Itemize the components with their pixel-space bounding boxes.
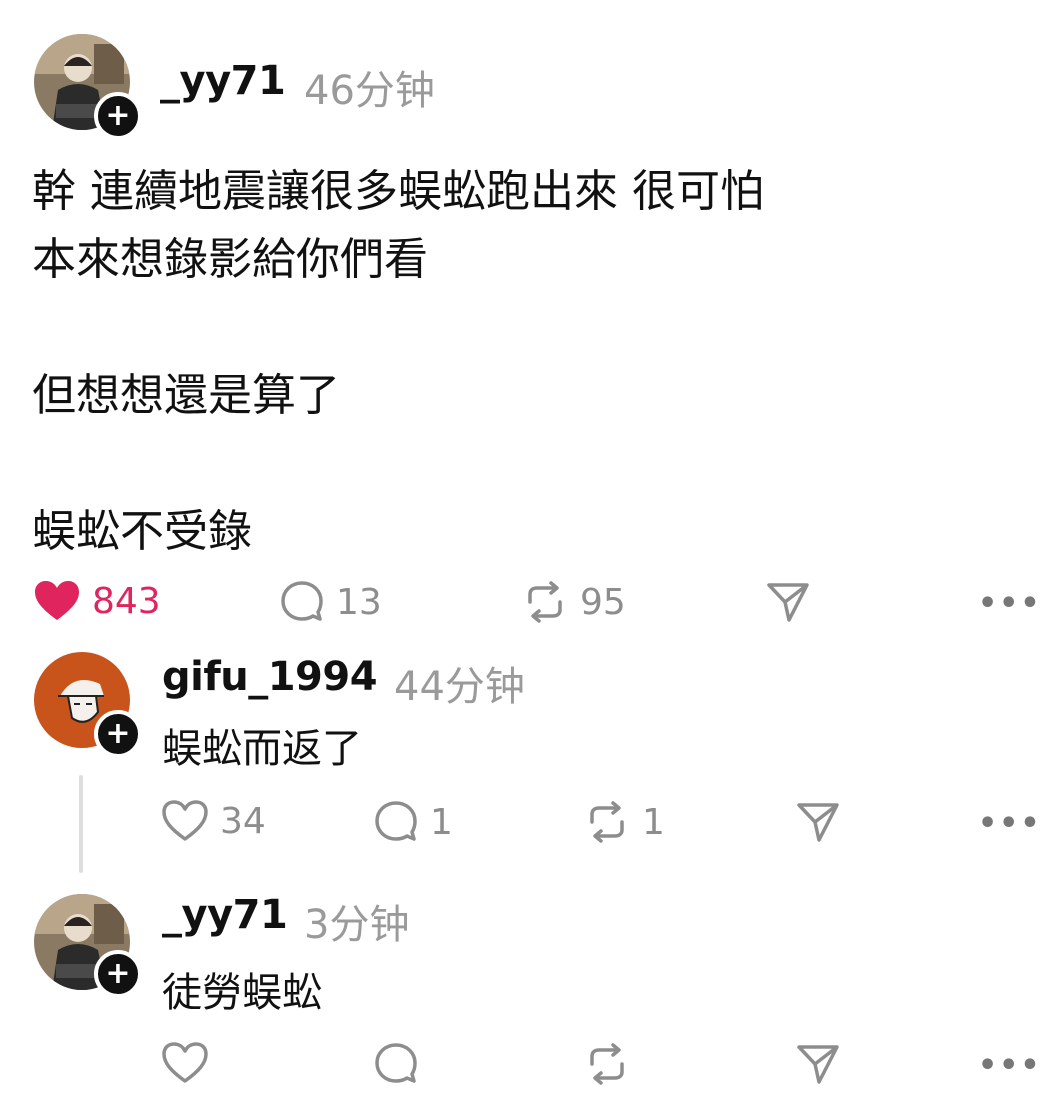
plus-icon: + [105,98,131,133]
comment-button[interactable]: 13 [280,580,382,624]
comment-bubble-icon [375,801,417,841]
comment-bubble-icon [375,1043,417,1083]
heart-icon [35,581,79,620]
reply-timestamp: 44分钟 [394,664,525,710]
post-username[interactable]: _yy71 [160,58,286,104]
post-timestamp: 46分钟 [304,68,435,114]
comment-button[interactable] [374,1042,418,1086]
share-button[interactable] [796,1042,840,1086]
post-line: 蜈蚣不受錄 [32,506,252,557]
like-count: 34 [220,800,266,842]
comment-count: 13 [336,581,382,623]
paper-plane-icon [797,803,839,842]
share-button[interactable] [766,580,810,624]
reply-username[interactable]: gifu_1994 [162,654,378,700]
follow-button[interactable]: + [94,950,142,998]
like-count: 843 [92,580,161,622]
more-dots-icon[interactable]: ••• [978,586,1042,621]
follow-button[interactable]: + [94,710,142,758]
like-button[interactable] [162,1042,208,1084]
more-dots-icon[interactable]: ••• [978,1048,1042,1083]
repost-button[interactable]: 1 [584,800,665,844]
repost-icon [590,1043,624,1085]
post-body: 幹 連續地震讓很多蜈蚣跑出來 很可怕 本來想錄影給你們看 但想想還是算了 蜈蚣不… [32,158,764,566]
reply-text: 蜈蚣而返了 [162,726,362,772]
comment-count: 1 [430,801,453,843]
repost-button[interactable] [584,1042,630,1086]
more-dots-icon[interactable]: ••• [978,806,1042,841]
repost-button[interactable]: 95 [522,580,626,624]
post-line: 但想想還是算了 [32,370,340,421]
comment-bubble-icon [281,581,323,621]
paper-plane-icon [797,1045,839,1084]
paper-plane-icon [767,583,809,622]
plus-icon: + [105,716,131,751]
like-button[interactable]: 843 [34,580,161,622]
post-line: 幹 連續地震讓很多蜈蚣跑出來 很可怕 [32,166,764,217]
heart-icon [162,800,208,841]
like-button[interactable]: 34 [162,800,266,842]
reply-text: 徒勞蜈蚣 [162,970,322,1016]
repost-count: 95 [580,581,626,623]
post-line: 本來想錄影給你們看 [32,234,428,285]
reply-timestamp: 3分钟 [304,902,410,948]
repost-icon [590,801,624,843]
comment-button[interactable]: 1 [374,800,453,844]
reply-username[interactable]: _yy71 [162,892,288,938]
follow-button[interactable]: + [94,92,142,140]
heart-icon [162,1042,208,1083]
plus-icon: + [105,956,131,991]
thread-line [79,775,83,873]
repost-count: 1 [642,801,665,843]
share-button[interactable] [796,800,840,844]
repost-icon [528,581,562,623]
